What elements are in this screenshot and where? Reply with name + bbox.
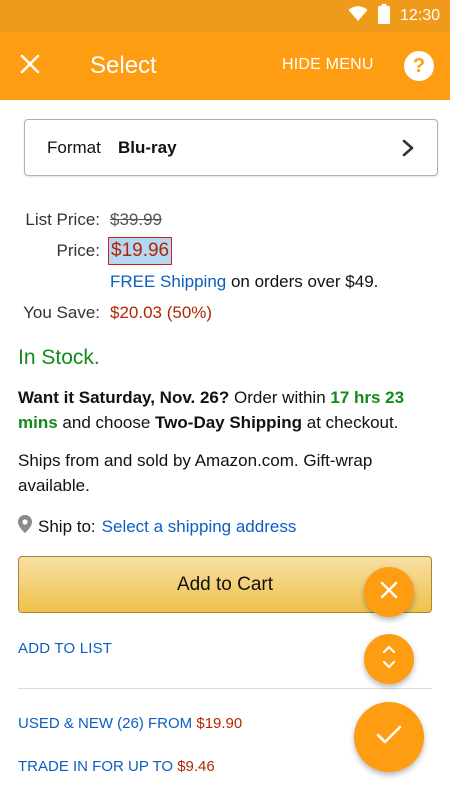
help-button[interactable]: ? (404, 51, 434, 81)
used-new-price: $19.90 (196, 715, 243, 732)
delivery-message: Want it Saturday, Nov. 26? Order within … (18, 385, 438, 435)
location-pin-icon (18, 515, 32, 538)
format-label: Format (47, 138, 101, 157)
wifi-icon (348, 5, 368, 27)
close-button[interactable] (14, 50, 46, 82)
trade-in-price: $9.46 (177, 758, 215, 775)
shipping-text: on orders over $49. (226, 272, 379, 291)
delivery-date: Want it Saturday, Nov. 26? (18, 388, 230, 407)
trade-in-label: TRADE IN FOR UP TO (18, 758, 178, 775)
format-value: Blu-ray (118, 138, 177, 157)
ships-from-text: Ships from and sold by Amazon.com. Gift-… (18, 451, 373, 495)
status-bar: 12:30 (0, 0, 450, 32)
you-save-value: $20.03 (50%) (110, 303, 213, 322)
ship-to-label: Ship to: (38, 516, 96, 536)
fab-confirm-button[interactable] (354, 702, 424, 772)
used-new-label: USED & NEW (26) FROM (18, 715, 197, 732)
list-price: $39.99 (110, 210, 162, 229)
free-shipping-link[interactable]: FREE Shipping (110, 272, 226, 291)
help-icon: ? (412, 54, 426, 77)
chevron-right-icon (399, 138, 417, 158)
check-icon (376, 725, 402, 750)
format-selector[interactable]: Format Blu-ray (24, 119, 438, 176)
stock-status: In Stock. (18, 346, 100, 369)
fab-expand-button[interactable] (364, 634, 414, 684)
hide-menu-button[interactable]: HIDE MENU (282, 56, 374, 74)
delivery-text-2: and choose (57, 413, 156, 432)
list-price-label: List Price: (25, 210, 100, 229)
ship-to-row: Ship to: Select a shipping address (18, 515, 296, 538)
shipping-method: Two-Day Shipping (155, 413, 303, 432)
shipping-info: FREE Shipping on orders over $49. (110, 272, 378, 292)
divider (18, 688, 432, 689)
select-address-link[interactable]: Select a shipping address (102, 517, 297, 537)
page-title: Select (90, 52, 157, 79)
used-and-new-link[interactable]: USED & NEW (26) FROM $19.90 (18, 715, 242, 732)
price-value: $19.96 (108, 237, 173, 265)
delivery-text-3: at checkout. (302, 413, 399, 432)
app-bar: Select HIDE MENU ? (0, 32, 450, 100)
delivery-text-1: Order within (229, 388, 331, 407)
status-icons: 12:30 (348, 3, 440, 29)
trade-in-link[interactable]: TRADE IN FOR UP TO $9.46 (18, 758, 215, 775)
you-save-label: You Save: (23, 303, 100, 322)
close-icon (20, 54, 40, 79)
add-to-list-link[interactable]: ADD TO LIST (18, 640, 112, 657)
price-label: Price: (56, 241, 100, 260)
battery-icon (377, 3, 390, 29)
fab-close-button[interactable] (364, 567, 414, 617)
status-time: 12:30 (399, 7, 440, 24)
expand-icon (381, 644, 397, 675)
close-icon (380, 581, 398, 604)
